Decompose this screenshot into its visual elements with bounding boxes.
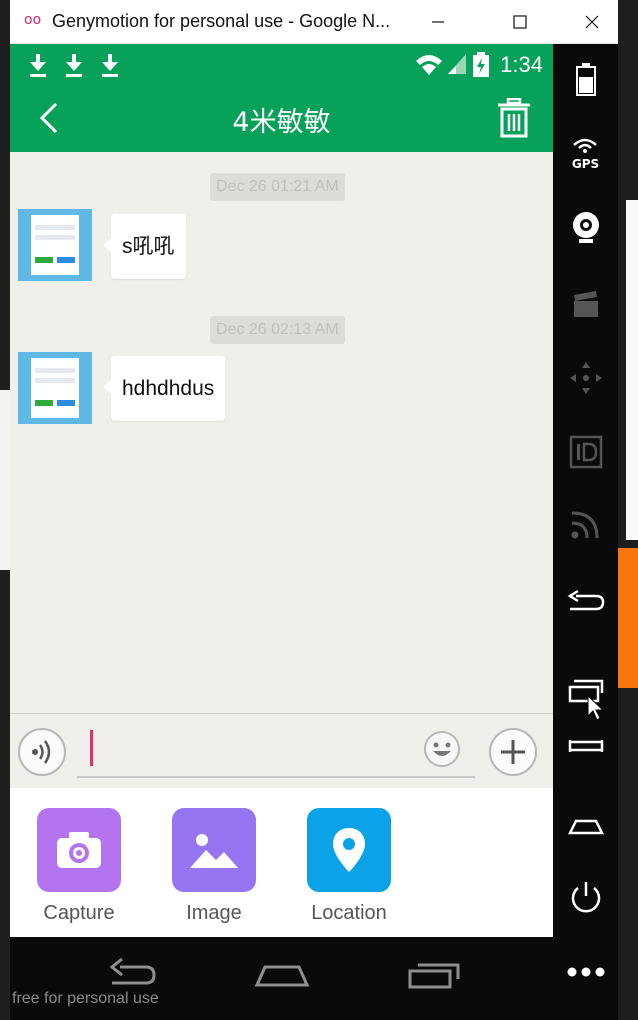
chat-title: 4米敏敏: [232, 107, 331, 138]
maximize-button[interactable]: [500, 6, 540, 38]
rss-icon: [571, 511, 598, 539]
window-titlebar: oo Genymotion for personal use - Google …: [10, 0, 618, 44]
message-bubble[interactable]: s吼吼: [103, 214, 186, 279]
status-bar: 1:34: [10, 44, 553, 84]
text-cursor: [90, 730, 93, 766]
close-button[interactable]: [572, 6, 612, 38]
avatar-image: [31, 358, 79, 418]
message-bubble[interactable]: hdhdhdus: [102, 356, 226, 421]
android-screen: 1:34 4米敏敏 Dec 26 01:21 AM s吼吼 Dec 26 02:…: [10, 44, 553, 937]
nav-recents-button[interactable]: [402, 953, 462, 997]
battery-widget-button[interactable]: [553, 50, 618, 110]
location-tool-tile: [307, 808, 391, 892]
image-icon: [190, 834, 238, 868]
message-input[interactable]: [77, 722, 475, 778]
nav-home-button[interactable]: [251, 953, 313, 997]
attachment-tray: Capture Image Location: [10, 788, 553, 937]
emoji-button[interactable]: [423, 730, 461, 768]
plus-icon: [501, 740, 525, 764]
capture-tool[interactable]: Capture: [36, 808, 122, 925]
avatar[interactable]: [18, 209, 92, 281]
image-tool[interactable]: Image: [171, 808, 257, 925]
message-timestamp: Dec 26 02:13 AM: [210, 316, 345, 344]
wifi-icon: [416, 55, 442, 75]
smiley-icon: [424, 731, 460, 767]
id-icon: [569, 435, 602, 469]
delete-button[interactable]: [496, 97, 532, 138]
watermark-text: free for personal use: [12, 990, 159, 1007]
network-widget-button[interactable]: [553, 494, 618, 554]
recents-icon: [408, 963, 460, 989]
battery-icon: [575, 63, 596, 96]
battery-charging-icon: [473, 52, 489, 77]
location-tool-label: Location: [311, 902, 387, 924]
background-orange-panel: [618, 548, 638, 688]
trash-icon: [498, 97, 530, 138]
minimize-button[interactable]: [418, 6, 458, 38]
side-back-button[interactable]: [553, 572, 618, 632]
webcam-widget-button[interactable]: [553, 198, 618, 258]
gps-widget-button[interactable]: GPS: [553, 124, 618, 184]
webcam-icon: [572, 212, 599, 243]
background-window-strip-right: [626, 200, 638, 540]
genymotion-logo-icon: oo: [24, 12, 42, 28]
image-tool-tile: [172, 808, 256, 892]
gps-label: GPS: [571, 157, 600, 171]
avatar-image: [31, 215, 79, 275]
back-arrow-icon: [567, 589, 604, 611]
power-icon: [571, 882, 600, 913]
message-input-bar: [10, 713, 553, 788]
emulator-window: oo Genymotion for personal use - Google …: [10, 0, 618, 1020]
clapperboard-icon: [573, 291, 598, 317]
capture-tool-label: Capture: [43, 902, 115, 924]
message-timestamp: Dec 26 01:21 AM: [210, 173, 345, 201]
more-dots-icon: [567, 967, 604, 977]
more-button[interactable]: [489, 728, 537, 776]
voice-icon: [32, 740, 51, 764]
side-home-button[interactable]: [553, 794, 618, 854]
gps-signal-icon: [573, 138, 598, 153]
power-button[interactable]: [553, 868, 618, 928]
genymotion-toolbar: GPS: [553, 44, 618, 1020]
image-tool-label: Image: [186, 902, 242, 924]
move-arrows-icon: [569, 362, 602, 394]
capture-tool-tile: [37, 808, 121, 892]
camera-icon: [57, 832, 101, 868]
location-pin-icon: [333, 828, 365, 872]
download-notification-icons: [30, 54, 118, 77]
avatar[interactable]: [18, 352, 92, 424]
menu-icon: [568, 740, 603, 752]
chat-app-bar: 4米敏敏: [10, 84, 553, 152]
close-icon: [585, 15, 599, 29]
home-icon: [254, 965, 310, 987]
signal-icon: [448, 54, 466, 74]
screencast-widget-button[interactable]: [553, 274, 618, 334]
status-time: 1:34: [500, 52, 543, 77]
voice-button[interactable]: [18, 728, 66, 776]
android-nav-bar: free for personal use: [10, 937, 553, 1020]
home-icon: [567, 819, 604, 835]
location-tool[interactable]: Location: [306, 808, 392, 925]
more-options-button[interactable]: [553, 942, 618, 1002]
side-menu-button[interactable]: [553, 720, 618, 780]
window-title: Genymotion for personal use - Google N..…: [52, 11, 391, 31]
identifiers-widget-button[interactable]: [553, 422, 618, 482]
remote-control-widget-button[interactable]: [553, 348, 618, 408]
